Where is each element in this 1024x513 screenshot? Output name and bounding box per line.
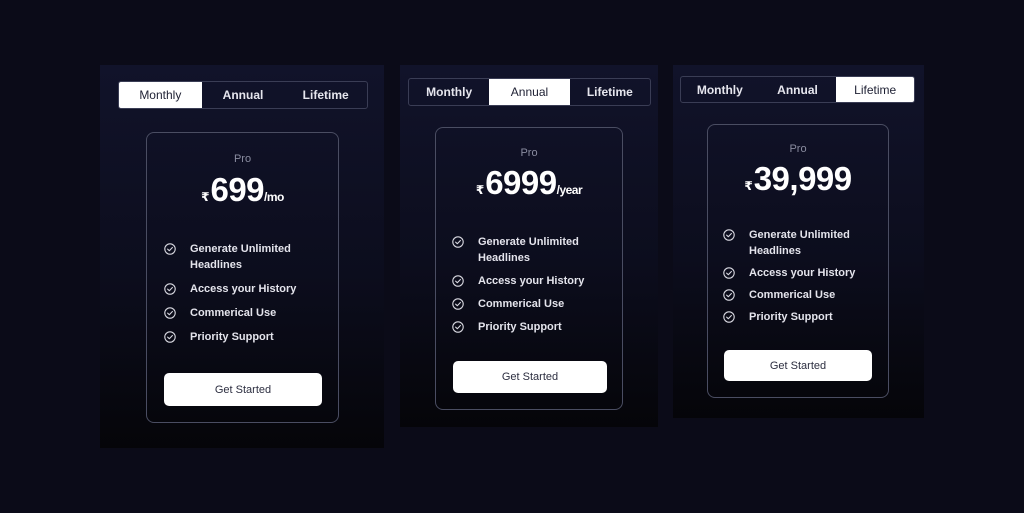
feature-item: Access your History: [164, 281, 329, 297]
check-circle-icon: [164, 283, 176, 295]
feature-text: Priority Support: [749, 311, 833, 323]
billing-tabs: Monthly Annual Lifetime: [680, 76, 915, 103]
tab-lifetime[interactable]: Lifetime: [284, 82, 367, 108]
tab-monthly[interactable]: Monthly: [681, 77, 759, 102]
feature-item: Priority Support: [164, 329, 329, 345]
feature-list: Generate Unlimited Headlines Access your…: [164, 241, 329, 345]
check-circle-icon: [452, 275, 464, 287]
price-period: /mo: [264, 190, 284, 204]
feature-text: Priority Support: [478, 321, 562, 333]
check-circle-icon: [452, 236, 464, 248]
feature-text: Access your History: [190, 283, 297, 295]
currency-symbol: ₹: [744, 179, 753, 193]
billing-tabs: Monthly Annual Lifetime: [408, 78, 651, 106]
feature-item: Commerical Use: [164, 305, 329, 321]
check-circle-icon: [452, 298, 464, 310]
feature-item: Access your History: [723, 265, 883, 281]
pricing-card: Pro ₹39,999 Generate Unlimited Headlines…: [707, 124, 889, 398]
price-period: /year: [556, 183, 583, 197]
feature-list: Generate Unlimited Headlines Access your…: [723, 227, 883, 325]
check-circle-icon: [164, 307, 176, 319]
tab-annual[interactable]: Annual: [489, 79, 570, 105]
check-circle-icon: [723, 229, 735, 241]
feature-text: Commerical Use: [478, 298, 565, 310]
pricing-panel-annual: Monthly Annual Lifetime Pro ₹6999/year G…: [400, 65, 658, 427]
get-started-button[interactable]: Get Started: [164, 373, 322, 406]
price: ₹6999/year: [436, 164, 622, 202]
check-circle-icon: [164, 243, 176, 255]
feature-text: Generate Unlimited Headlines: [478, 236, 579, 264]
tab-lifetime[interactable]: Lifetime: [836, 77, 914, 102]
check-circle-icon: [723, 311, 735, 323]
tab-lifetime[interactable]: Lifetime: [570, 79, 650, 105]
feature-item: Commerical Use: [723, 287, 883, 303]
feature-item: Priority Support: [452, 319, 614, 335]
tab-monthly[interactable]: Monthly: [119, 82, 202, 108]
feature-text: Access your History: [749, 267, 856, 279]
feature-text: Access your History: [478, 275, 585, 287]
currency-symbol: ₹: [475, 183, 485, 197]
check-circle-icon: [723, 267, 735, 279]
pricing-panel-lifetime: Monthly Annual Lifetime Pro ₹39,999 Gene…: [673, 65, 924, 418]
get-started-button[interactable]: Get Started: [724, 350, 872, 381]
pricing-card: Pro ₹6999/year Generate Unlimited Headli…: [435, 127, 623, 410]
plan-name: Pro: [233, 153, 252, 165]
pricing-panel-monthly: Monthly Annual Lifetime Pro ₹699/mo Gene…: [100, 65, 384, 448]
feature-item: Generate Unlimited Headlines: [164, 241, 329, 273]
feature-item: Access your History: [452, 273, 614, 289]
currency-symbol: ₹: [201, 190, 210, 204]
get-started-button[interactable]: Get Started: [453, 361, 607, 393]
plan-name: Pro: [520, 147, 538, 159]
feature-text: Generate Unlimited Headlines: [190, 243, 291, 271]
feature-text: Priority Support: [190, 331, 274, 343]
tab-monthly[interactable]: Monthly: [409, 79, 489, 105]
price-amount: 699: [210, 171, 265, 208]
check-circle-icon: [723, 289, 735, 301]
price-amount: 6999: [485, 164, 557, 201]
feature-item: Generate Unlimited Headlines: [452, 234, 614, 266]
tab-annual[interactable]: Annual: [202, 82, 285, 108]
feature-item: Generate Unlimited Headlines: [723, 227, 883, 259]
price-amount: 39,999: [753, 160, 852, 197]
price: ₹39,999: [708, 160, 888, 198]
pricing-card: Pro ₹699/mo Generate Unlimited Headlines…: [146, 132, 339, 423]
feature-text: Commerical Use: [749, 289, 836, 301]
feature-list: Generate Unlimited Headlines Access your…: [452, 234, 614, 335]
tab-annual[interactable]: Annual: [759, 77, 837, 102]
feature-item: Commerical Use: [452, 296, 614, 312]
feature-item: Priority Support: [723, 309, 883, 325]
billing-tabs: Monthly Annual Lifetime: [118, 81, 368, 109]
feature-text: Generate Unlimited Headlines: [749, 229, 850, 257]
price: ₹699/mo: [147, 171, 338, 209]
check-circle-icon: [452, 321, 464, 333]
check-circle-icon: [164, 331, 176, 343]
plan-name: Pro: [789, 143, 807, 155]
feature-text: Commerical Use: [190, 307, 277, 319]
